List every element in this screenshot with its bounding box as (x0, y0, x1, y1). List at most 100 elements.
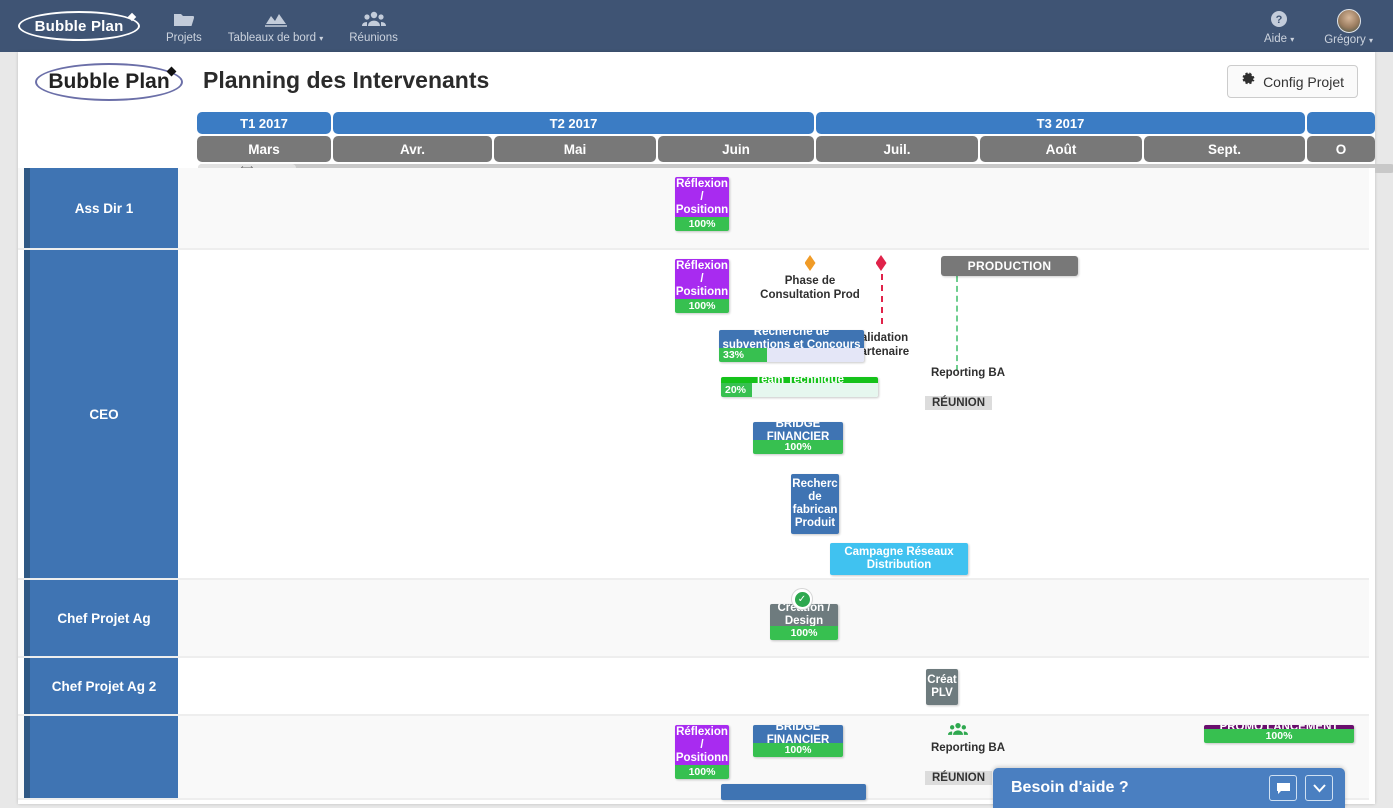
row-label-0[interactable]: Ass Dir 1 (24, 168, 178, 248)
task-progress-bar: 100% (675, 217, 729, 231)
month-row: Mars Avr. Mai Juin Juil. Août Sept. O (178, 136, 1375, 162)
month-cell[interactable]: Juil. (816, 136, 978, 162)
help-widget-title: Besoin d'aide ? (1011, 779, 1129, 796)
task-progress-bar: 33% (719, 348, 864, 362)
nav-label-text: Tableaux de bord (227, 31, 317, 44)
row-label-3[interactable]: Chef Projet Ag 2 (24, 658, 178, 714)
folder-open-icon (173, 11, 195, 31)
milestone-diamond-icon (804, 255, 816, 271)
quarter-cell[interactable] (1307, 112, 1375, 134)
task-bubble-title: Réflexion / Positionn (675, 725, 729, 765)
meeting-tag[interactable]: RÉUNION (925, 771, 993, 785)
gantt-row: Chef Projet AgCréation / Design100%✓ (18, 580, 1375, 658)
meeting-label: Reporting BA (930, 742, 1006, 754)
task-bubble-title: Recherche de subventions et Concours (719, 330, 864, 348)
quarter-cell[interactable]: T3 2017 (816, 112, 1305, 134)
task-bubble[interactable]: Recherc de fabrican Produit (791, 474, 839, 534)
quarter-cell[interactable]: T2 2017 (333, 112, 814, 134)
chat-bubble-icon[interactable] (1269, 775, 1297, 801)
help-widget-buttons (1269, 775, 1333, 801)
nav-item-projets-label: Projets (166, 31, 202, 44)
task-progress-label: 100% (688, 300, 716, 312)
task-bubble[interactable] (721, 784, 866, 800)
month-cell[interactable]: O (1307, 136, 1375, 162)
top-navbar: Bubble Plan Projets Tableaux de bord ▾ R… (0, 0, 1393, 52)
users-icon (361, 11, 386, 31)
page-logo: Bubble Plan (35, 63, 183, 101)
task-bubble-title: BRIDGE FINANCIER (753, 725, 843, 743)
milestone-connector-line (881, 274, 883, 324)
chevron-down-icon[interactable] (1305, 775, 1333, 801)
task-progress-label: 20% (725, 384, 747, 396)
nav-item-tableaux-de-bord[interactable]: Tableaux de bord ▾ (228, 9, 323, 44)
page-title: Planning des Intervenants (203, 67, 490, 93)
task-progress-label: 100% (790, 627, 818, 639)
task-progress-bar: 100% (675, 765, 729, 779)
help-widget[interactable]: Besoin d'aide ? (993, 768, 1345, 808)
quarter-cell[interactable]: T1 2017 (197, 112, 331, 134)
row-lane: PRODUCTION Phase de Consultation Prod Vali… (178, 250, 1375, 578)
row-lane: Réflexion / Positionn 100% (178, 168, 1375, 248)
nav-item-reunions[interactable]: Réunions (349, 9, 398, 44)
task-bubble-title: BRIDGE FINANCIER (753, 422, 843, 440)
month-cell[interactable]: Avr. (333, 136, 492, 162)
timeline-header: T1 2017 T2 2017 T3 2017 Mars Avr. Mai Juin Jui… (178, 112, 1393, 173)
config-projet-label: Config Projet (1263, 73, 1344, 90)
task-bubble[interactable]: Créat PLV (926, 669, 958, 705)
task-bubble[interactable]: Recherche de subventions et Concours 33% (719, 330, 864, 362)
chart-area-icon (264, 11, 288, 31)
gantt-row: CEO PRODUCTION Phase de Consultation Prod V… (18, 250, 1375, 580)
task-progress-bar: 20% (721, 383, 878, 397)
phase-bar[interactable]: PRODUCTION (941, 256, 1078, 276)
config-projet-button[interactable]: Config Projet (1227, 65, 1358, 98)
task-progress-label: 100% (688, 766, 716, 778)
row-label-1[interactable]: CEO (24, 250, 178, 578)
page-header: Bubble Plan Planning des Intervenants Co… (18, 52, 1375, 112)
month-cell[interactable]: Juin (658, 136, 814, 162)
month-cell[interactable]: Mai (494, 136, 656, 162)
task-bubble[interactable]: Réflexion / Positionn 100% (675, 259, 729, 313)
nav-item-user-label: Grégory ▾ (1324, 34, 1373, 46)
task-progress-bar: 100% (753, 743, 843, 757)
task-bubble[interactable]: Team Technique 20% (721, 377, 878, 397)
nav-item-projets[interactable]: Projets (166, 9, 202, 44)
month-cell[interactable]: Mars (197, 136, 331, 162)
task-bubble-title: Campagne Réseaux Distribution (830, 543, 968, 575)
task-bubble[interactable]: BRIDGE FINANCIER 100% (753, 422, 843, 454)
task-progress-bar: 100% (753, 440, 843, 454)
month-cell[interactable]: Sept. (1144, 136, 1305, 162)
nav-item-aide[interactable]: ? Aide ▾ (1264, 8, 1294, 45)
row-lane: Création / Design100%✓ (178, 580, 1375, 656)
meeting-tag[interactable]: RÉUNION (925, 396, 993, 410)
task-bubble[interactable]: BRIDGE FINANCIER 100% (753, 725, 843, 757)
row-label-4[interactable] (24, 716, 178, 798)
task-progress-bar: 100% (1204, 729, 1354, 743)
row-label-2[interactable]: Chef Projet Ag (24, 580, 178, 656)
nav-item-reunions-label: Réunions (349, 31, 398, 44)
page-card: Bubble Plan Planning des Intervenants Co… (18, 52, 1393, 804)
task-bubble[interactable]: PROMO LANCEMENT100% (1204, 725, 1354, 743)
task-bubble[interactable]: Réflexion / Positionn 100% (675, 177, 729, 231)
task-progress-bar: 100% (770, 626, 838, 640)
navbar-right-group: ? Aide ▾ Grégory ▾ (1234, 7, 1373, 46)
task-bubble-title: Créat PLV (926, 669, 958, 705)
task-bubble[interactable]: Campagne Réseaux Distribution (830, 543, 968, 575)
svg-text:?: ? (1276, 14, 1283, 26)
bubble-plan-logo-text: Bubble Plan (34, 17, 124, 35)
quarter-row: T1 2017 T2 2017 T3 2017 (178, 112, 1375, 134)
avatar (1336, 8, 1361, 33)
check-circle-icon[interactable]: ✓ (791, 588, 813, 610)
task-bubble[interactable]: Réflexion / Positionn 100% (675, 725, 729, 779)
bubble-plan-logo[interactable]: Bubble Plan (18, 11, 140, 41)
month-cell[interactable]: Août (980, 136, 1142, 162)
milestone-label: Phase de Consultation Prod (760, 275, 860, 301)
page-logo-text: Bubble Plan (48, 70, 170, 93)
nav-item-tableaux-de-bord-label: Tableaux de bord ▾ (228, 32, 323, 44)
task-bubble-title: Réflexion / Positionn (675, 177, 729, 217)
task-progress-bar: 100% (675, 299, 729, 313)
nav-aide-text: Aide (1263, 32, 1288, 45)
milestone[interactable]: Validation Partenaire (831, 255, 931, 358)
task-progress-label: 100% (784, 744, 812, 756)
nav-item-user-menu[interactable]: Grégory ▾ (1324, 7, 1373, 46)
vertical-scroll-gutter[interactable] (1369, 168, 1375, 804)
